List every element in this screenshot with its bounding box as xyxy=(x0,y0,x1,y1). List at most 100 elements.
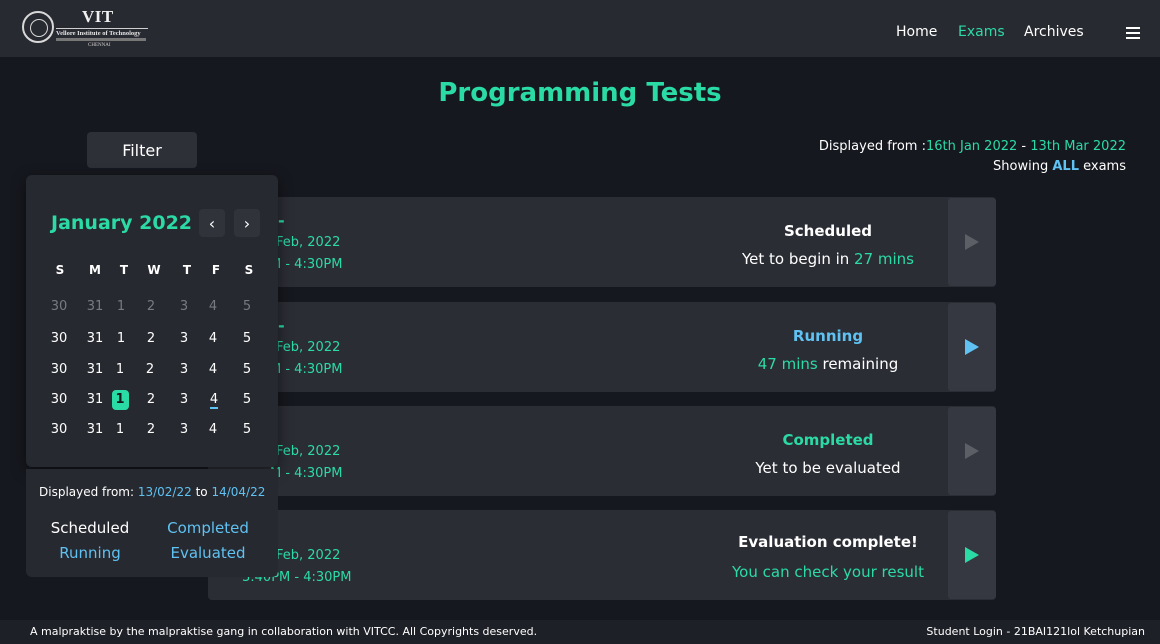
calendar-month: January 2022 xyxy=(51,212,193,234)
logo-fine-print xyxy=(56,38,146,41)
showing-suffix: exams xyxy=(1079,159,1126,174)
vit-logo[interactable]: VIT Vellore Institute of Technology CHEN… xyxy=(20,7,150,51)
filter-running[interactable]: Running xyxy=(30,544,150,562)
range-sep: - xyxy=(1017,139,1031,154)
play-icon xyxy=(965,547,979,563)
exam-card-running[interactable]: - Feb, 2022 M - 4:30PM Running 47 mins r… xyxy=(208,302,996,392)
range-prefix: Displayed from : xyxy=(818,139,926,154)
calendar-day[interactable]: 31 xyxy=(83,362,107,377)
footer-credits: A malpraktise by the malpraktise gang in… xyxy=(30,625,538,638)
exam-date: Feb, 2022 xyxy=(276,444,341,459)
filter-range-sep: to xyxy=(191,485,212,499)
calendar-day[interactable]: 30 xyxy=(47,331,71,346)
footer-student-login[interactable]: Student Login - 21BAI121lol Ketchupian xyxy=(926,625,1145,638)
view-result-button[interactable] xyxy=(948,511,996,599)
calendar-day[interactable]: 31 xyxy=(83,299,107,314)
exam-card-scheduled[interactable]: - Feb, 2022 M - 4:30PM Scheduled Yet to … xyxy=(208,197,996,287)
play-icon xyxy=(965,234,979,250)
status-detail-text: Yet to be evaluated xyxy=(755,459,901,477)
calendar-day[interactable]: 5 xyxy=(235,299,259,314)
start-exam-button[interactable] xyxy=(948,407,996,495)
calendar-day[interactable]: 1 xyxy=(109,299,133,314)
weekday-label: T xyxy=(182,263,192,277)
filter-range: Displayed from: 13/02/22 to 14/04/22 xyxy=(39,485,265,499)
calendar-week: 30 31 1 2 3 4 5 xyxy=(26,390,278,410)
logo-city: CHENNAI xyxy=(88,43,111,48)
calendar-day[interactable]: 3 xyxy=(172,392,196,407)
calendar-day[interactable]: 4 xyxy=(201,422,225,437)
calendar-day[interactable]: 5 xyxy=(235,392,259,407)
calendar-day[interactable]: 30 xyxy=(47,422,71,437)
exam-card-evaluated[interactable]: Feb, 2022 3:40PM - 4:30PM Evaluation com… xyxy=(208,510,996,600)
calendar-day-today[interactable]: 4 xyxy=(202,392,226,409)
calendar-day[interactable]: 30 xyxy=(47,392,71,407)
calendar-day[interactable]: 3 xyxy=(172,299,196,314)
nav-archives[interactable]: Archives xyxy=(1024,24,1084,40)
calendar-day[interactable]: 31 xyxy=(83,422,107,437)
calendar-day[interactable]: 1 xyxy=(108,362,132,377)
calendar-day[interactable]: 30 xyxy=(47,362,71,377)
start-exam-button[interactable] xyxy=(948,303,996,391)
exam-time: M - 4:30PM xyxy=(270,362,343,377)
prev-month-button[interactable]: ‹ xyxy=(199,209,225,237)
filter-scheduled[interactable]: Scheduled xyxy=(30,519,150,537)
filter-evaluated[interactable]: Evaluated xyxy=(148,544,268,562)
chevron-left-icon: ‹ xyxy=(208,213,216,233)
nav-exams[interactable]: Exams xyxy=(958,24,1005,40)
calendar-day[interactable]: 2 xyxy=(139,422,163,437)
calendar-day[interactable]: 4 xyxy=(201,362,225,377)
calendar-day[interactable]: 2 xyxy=(139,299,163,314)
logo-title: VIT xyxy=(82,7,114,26)
calendar-day[interactable]: 1 xyxy=(108,422,132,437)
exam-card-completed[interactable]: Feb, 2022 M - 4:30PM Completed Yet to be… xyxy=(208,406,996,496)
status-detail: You can check your result xyxy=(708,557,948,587)
vit-emblem-icon xyxy=(22,11,54,43)
display-range-info: Displayed from :16th Jan 2022 - 13th Mar… xyxy=(819,137,1126,177)
calendar-day[interactable]: 1 xyxy=(109,331,133,346)
range-to: 13th Mar 2022 xyxy=(1030,139,1126,154)
exam-time: M - 4:30PM xyxy=(270,466,343,481)
next-month-button[interactable]: › xyxy=(234,209,260,237)
filter-button[interactable]: Filter xyxy=(87,132,197,168)
calendar-day[interactable]: 3 xyxy=(172,422,196,437)
exam-date: Feb, 2022 xyxy=(276,235,341,250)
calendar-day[interactable]: 4 xyxy=(201,299,225,314)
calendar-day[interactable]: 2 xyxy=(138,362,162,377)
calendar-day[interactable]: 5 xyxy=(235,331,259,346)
calendar-day[interactable]: 2 xyxy=(139,392,163,407)
exam-title: - xyxy=(278,211,285,230)
exam-status: Scheduled Yet to begin in 27 mins xyxy=(708,217,948,273)
calendar-day-selected[interactable]: 1 xyxy=(108,390,132,410)
calendar-day[interactable]: 2 xyxy=(139,331,163,346)
chevron-right-icon: › xyxy=(243,213,251,233)
selected-day-label: 1 xyxy=(111,390,129,410)
calendar-day[interactable]: 5 xyxy=(235,422,259,437)
start-exam-button[interactable] xyxy=(948,198,996,286)
weekday-label: M xyxy=(89,263,101,277)
calendar-week: 30 31 1 2 3 4 5 xyxy=(26,422,278,442)
status-detail: Yet to be evaluated xyxy=(708,454,948,482)
calendar-day[interactable]: 4 xyxy=(201,331,225,346)
calendar-week: 30 31 1 2 3 4 5 xyxy=(26,299,278,319)
exam-status: Completed Yet to be evaluated xyxy=(708,426,948,482)
nav-home[interactable]: Home xyxy=(896,24,937,40)
today-day-label: 4 xyxy=(209,392,219,409)
filter-completed[interactable]: Completed xyxy=(148,519,268,537)
status-label: Running xyxy=(792,327,864,345)
weekday-label: T xyxy=(119,263,129,277)
calendar-day[interactable]: 31 xyxy=(83,392,107,407)
weekday-header: S M T W T F S xyxy=(26,263,278,283)
calendar-day[interactable]: 30 xyxy=(47,299,71,314)
showing-highlight: ALL xyxy=(1052,159,1079,174)
exam-date: Feb, 2022 xyxy=(276,548,341,563)
status-label: Evaluation complete! xyxy=(738,533,918,551)
status-detail: Yet to begin in 27 mins xyxy=(708,245,948,273)
hamburger-icon[interactable] xyxy=(1126,27,1140,39)
calendar-day[interactable]: 5 xyxy=(235,362,259,377)
calendar-day[interactable]: 31 xyxy=(83,331,107,346)
date-picker: January 2022 ‹ › S M T W T F S 30 31 1 2… xyxy=(26,175,278,467)
calendar-day[interactable]: 3 xyxy=(172,331,196,346)
weekday-label: F xyxy=(211,263,221,277)
calendar-day[interactable]: 3 xyxy=(172,362,196,377)
filter-summary-panel: Displayed from: 13/02/22 to 14/04/22 Sch… xyxy=(26,469,278,577)
